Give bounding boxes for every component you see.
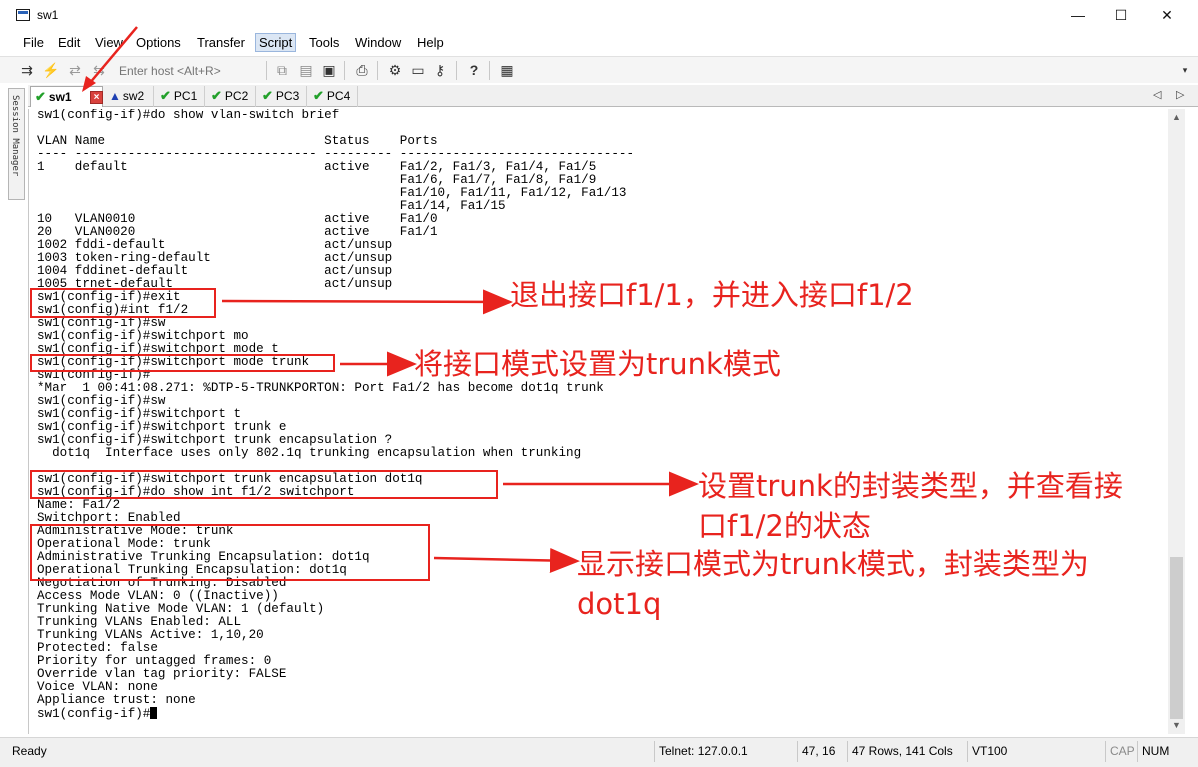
paste-icon[interactable]: ▤ (297, 61, 315, 79)
minimize-button[interactable]: — (1055, 2, 1101, 30)
annotation-show-text-1: 显示接口模式为trunk模式，封装类型为 (577, 547, 1089, 581)
sftp-icon[interactable]: ▦ (498, 61, 516, 79)
connected-check-icon: ✔ (211, 88, 222, 103)
connected-check-icon: ✔ (160, 88, 171, 103)
session-manager-panel[interactable]: Session Manager (8, 88, 25, 200)
toolbar-separator (377, 61, 378, 80)
print-icon[interactable]: ⎙ (353, 61, 371, 79)
status-num-lock: NUM (1137, 741, 1175, 762)
connected-check-icon: ✔ (262, 88, 273, 103)
status-connection: Telnet: 127.0.0.1 (654, 741, 790, 762)
menu-view[interactable]: View (92, 35, 126, 50)
tab-pc3[interactable]: ✔ PC3 (258, 86, 307, 107)
toolbar-separator (344, 61, 345, 80)
find-icon[interactable]: ▣ (320, 61, 338, 79)
scroll-thumb[interactable] (1170, 557, 1183, 719)
menu-tools[interactable]: Tools (306, 35, 342, 50)
connected-check-icon: ✔ (35, 89, 46, 104)
terminal-line: sw1(config-if)#do show vlan-switch brief (37, 109, 340, 122)
tab-sw2[interactable]: ▲ sw2 (105, 86, 154, 107)
annotation-box-exit (30, 288, 216, 318)
toolbar-dropdown-icon[interactable]: ▾ (1176, 61, 1194, 79)
annotation-box-show-result (30, 524, 430, 581)
status-caps-lock: CAP (1105, 741, 1136, 762)
connected-check-icon: ✔ (313, 88, 324, 103)
annotation-box-mode-trunk (30, 354, 335, 372)
title-bar: sw1 — ☐ ✕ (0, 0, 1198, 32)
help-icon[interactable]: ? (465, 61, 483, 79)
menu-file[interactable]: File (20, 35, 47, 50)
tab-label: PC1 (173, 89, 198, 103)
annotation-exit-text: 退出接口f1/1，并进入接口f1/2 (510, 278, 914, 312)
annotation-mode-trunk-text: 将接口模式设置为trunk模式 (414, 347, 781, 381)
tab-label: PC3 (275, 89, 300, 103)
session-manager-label: Session Manager (10, 95, 20, 177)
session-tabs: ✔ sw1 × ▲ sw2 ✔ PC1 ✔ PC2 ✔ PC3 ✔ PC4 ◁ ▷ (28, 85, 1198, 107)
tab-close-icon[interactable]: × (90, 91, 103, 104)
tab-label: PC4 (326, 89, 351, 103)
tab-pc1[interactable]: ✔ PC1 (156, 86, 205, 107)
menu-transfer[interactable]: Transfer (194, 35, 248, 50)
annotation-box-encapsulation (30, 470, 498, 499)
enter-host-input[interactable] (116, 61, 260, 80)
terminal-line: dot1q Interface uses only 802.1q trunkin… (37, 446, 582, 460)
scroll-up-icon[interactable]: ▲ (1168, 109, 1185, 126)
reconnect-icon[interactable]: ⇄ (66, 61, 84, 79)
status-cursor-position: 47, 16 (797, 741, 845, 762)
terminal-line: sw1(config-if)# (37, 707, 634, 721)
key-icon[interactable]: ⚷ (431, 61, 449, 79)
disconnect-icon[interactable]: ⇆ (90, 61, 108, 79)
tab-pc4[interactable]: ✔ PC4 (309, 86, 358, 107)
tab-scroll-right-icon[interactable]: ▷ (1176, 88, 1184, 101)
status-ready: Ready (12, 744, 47, 758)
quick-connect-icon[interactable]: ⚡ (42, 61, 60, 79)
terminal-line: Appliance trust: none (37, 693, 196, 707)
menu-edit[interactable]: Edit (55, 35, 83, 50)
copy-icon[interactable]: ⧉ (273, 61, 291, 79)
connect-icon[interactable]: ⇉ (18, 61, 36, 79)
menu-bar: File Edit View Options Transfer Script T… (0, 32, 1198, 54)
warning-icon: ▲ (109, 89, 121, 103)
maximize-button[interactable]: ☐ (1098, 2, 1144, 30)
annotation-encap-text-1: 设置trunk的封装类型，并查看接 (698, 469, 1123, 503)
status-bar: Ready Telnet: 127.0.0.1 47, 16 47 Rows, … (0, 737, 1198, 767)
terminal-cursor (150, 707, 158, 719)
status-terminal-size: 47 Rows, 141 Cols (847, 741, 965, 762)
annotation-show-text-2: dot1q (577, 587, 662, 621)
toolbar: ⇉ ⚡ ⇄ ⇆ ⧉ ▤ ▣ ⎙ ⚙ ▭ ⚷ ? ▦ ▾ (0, 56, 1198, 83)
scroll-down-icon[interactable]: ▼ (1168, 717, 1185, 734)
close-button[interactable]: ✕ (1144, 2, 1190, 30)
tab-label: sw1 (48, 90, 72, 104)
app-icon (16, 9, 30, 21)
terminal-area[interactable]: sw1(config-if)#do show vlan-switch brief… (28, 109, 1168, 734)
toolbar-separator (266, 61, 267, 80)
menu-script[interactable]: Script (255, 33, 297, 52)
tab-scroll-left-icon[interactable]: ◁ (1153, 88, 1161, 101)
menu-window[interactable]: Window (352, 35, 404, 50)
window-title: sw1 (37, 8, 59, 22)
vertical-scrollbar[interactable]: ▲ ▼ (1168, 109, 1185, 734)
toolbar-separator (456, 61, 457, 80)
tab-label: PC2 (224, 89, 249, 103)
terminal-output: sw1(config-if)#do show vlan-switch brief… (37, 109, 634, 721)
toolbar-separator (489, 61, 490, 80)
menu-options[interactable]: Options (133, 35, 184, 50)
tab-pc2[interactable]: ✔ PC2 (207, 86, 256, 107)
keymap-icon[interactable]: ▭ (409, 61, 427, 79)
tab-sw1[interactable]: ✔ sw1 × (30, 86, 103, 107)
menu-help[interactable]: Help (414, 35, 447, 50)
annotation-encap-text-2: 口f1/2的状态 (698, 509, 871, 543)
status-emulation: VT100 (967, 741, 1101, 762)
gear-icon[interactable]: ⚙ (386, 61, 404, 79)
tab-label: sw2 (122, 89, 145, 103)
